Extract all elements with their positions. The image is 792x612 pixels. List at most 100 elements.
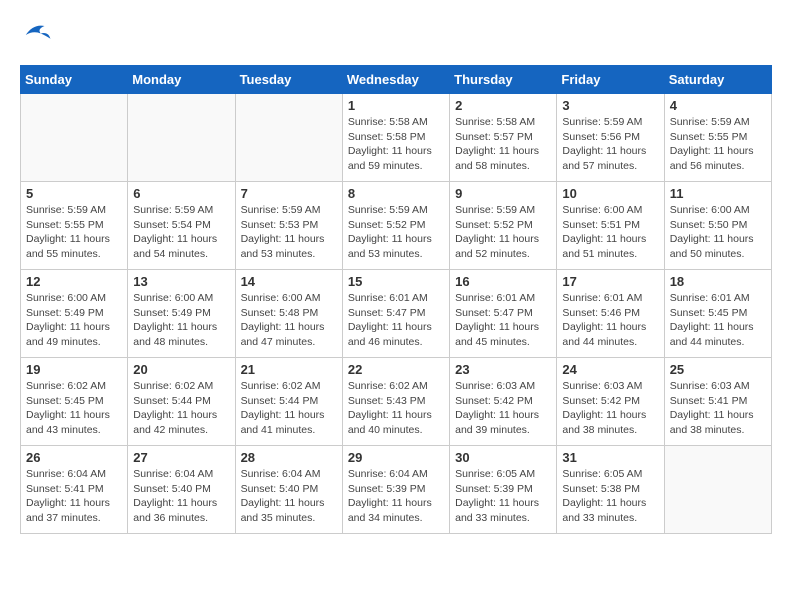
calendar-cell: 17 Sunrise: 6:01 AMSunset: 5:46 PMDayligh…	[557, 270, 664, 358]
logo	[20, 20, 52, 55]
day-number: 14	[241, 274, 337, 289]
day-info: Sunrise: 5:59 AMSunset: 5:54 PMDaylight:…	[133, 203, 229, 262]
day-number: 11	[670, 186, 766, 201]
calendar-cell: 7 Sunrise: 5:59 AMSunset: 5:53 PMDaylight…	[235, 182, 342, 270]
day-info: Sunrise: 6:00 AMSunset: 5:49 PMDaylight:…	[26, 291, 122, 350]
page-wrapper: SundayMondayTuesdayWednesdayThursdayFrid…	[20, 20, 772, 534]
calendar-cell: 13Sunrise: 6:00 AMSunset: 5:49 PMDayligh…	[128, 270, 235, 358]
day-number: 18	[670, 274, 766, 289]
calendar-cell: 10Sunrise: 6:00 AMSunset: 5:51 PMDayligh…	[557, 182, 664, 270]
calendar-cell: 21 Sunrise: 6:02 AMSunset: 5:44 PMDayligh…	[235, 358, 342, 446]
calendar-cell: 4 Sunrise: 5:59 AMSunset: 5:55 PMDaylight…	[664, 94, 771, 182]
day-info: Sunrise: 6:03 AMSunset: 5:42 PMDaylight:…	[455, 379, 551, 438]
day-info: Sunrise: 6:04 AMSunset: 5:39 PMDaylight:…	[348, 467, 444, 526]
day-number: 28	[241, 450, 337, 465]
day-number: 7	[241, 186, 337, 201]
calendar-cell	[664, 446, 771, 534]
day-info: Sunrise: 5:59 AMSunset: 5:52 PMDaylight:…	[455, 203, 551, 262]
day-number: 2	[455, 98, 551, 113]
calendar-table: SundayMondayTuesdayWednesdayThursdayFrid…	[20, 65, 772, 534]
weekday-friday: Friday	[557, 66, 664, 94]
day-number: 5	[26, 186, 122, 201]
week-row-3: 12 Sunrise: 6:00 AMSunset: 5:49 PMDayligh…	[21, 270, 772, 358]
day-number: 8	[348, 186, 444, 201]
day-number: 12	[26, 274, 122, 289]
day-info: Sunrise: 5:59 AMSunset: 5:56 PMDaylight:…	[562, 115, 658, 174]
day-info: Sunrise: 5:58 AMSunset: 5:58 PMDaylight:…	[348, 115, 444, 174]
day-info: Sunrise: 6:04 AMSunset: 5:40 PMDaylight:…	[241, 467, 337, 526]
calendar-cell: 9Sunrise: 5:59 AMSunset: 5:52 PMDaylight…	[450, 182, 557, 270]
calendar-cell: 12 Sunrise: 6:00 AMSunset: 5:49 PMDayligh…	[21, 270, 128, 358]
day-number: 30	[455, 450, 551, 465]
day-number: 22	[348, 362, 444, 377]
weekday-wednesday: Wednesday	[342, 66, 449, 94]
day-number: 16	[455, 274, 551, 289]
calendar-cell: 31 Sunrise: 6:05 AMSunset: 5:38 PMDayligh…	[557, 446, 664, 534]
day-number: 24	[562, 362, 658, 377]
day-number: 15	[348, 274, 444, 289]
calendar-cell: 28 Sunrise: 6:04 AMSunset: 5:40 PMDayligh…	[235, 446, 342, 534]
day-info: Sunrise: 5:58 AMSunset: 5:57 PMDaylight:…	[455, 115, 551, 174]
day-number: 10	[562, 186, 658, 201]
calendar-cell: 1 Sunrise: 5:58 AMSunset: 5:58 PMDaylight…	[342, 94, 449, 182]
day-info: Sunrise: 6:00 AMSunset: 5:50 PMDaylight:…	[670, 203, 766, 262]
day-number: 25	[670, 362, 766, 377]
day-number: 17	[562, 274, 658, 289]
day-info: Sunrise: 5:59 AMSunset: 5:52 PMDaylight:…	[348, 203, 444, 262]
day-info: Sunrise: 6:02 AMSunset: 5:44 PMDaylight:…	[241, 379, 337, 438]
day-info: Sunrise: 6:01 AMSunset: 5:46 PMDaylight:…	[562, 291, 658, 350]
day-info: Sunrise: 6:05 AMSunset: 5:38 PMDaylight:…	[562, 467, 658, 526]
calendar-cell: 19Sunrise: 6:02 AMSunset: 5:45 PMDayligh…	[21, 358, 128, 446]
day-info: Sunrise: 6:01 AMSunset: 5:47 PMDaylight:…	[348, 291, 444, 350]
day-info: Sunrise: 5:59 AMSunset: 5:55 PMDaylight:…	[26, 203, 122, 262]
day-number: 1	[348, 98, 444, 113]
week-row-2: 5 Sunrise: 5:59 AMSunset: 5:55 PMDaylight…	[21, 182, 772, 270]
calendar-cell: 24 Sunrise: 6:03 AMSunset: 5:42 PMDayligh…	[557, 358, 664, 446]
day-info: Sunrise: 5:59 AMSunset: 5:53 PMDaylight:…	[241, 203, 337, 262]
day-info: Sunrise: 6:02 AMSunset: 5:44 PMDaylight:…	[133, 379, 229, 438]
day-number: 19	[26, 362, 122, 377]
calendar-cell: 29 Sunrise: 6:04 AMSunset: 5:39 PMDayligh…	[342, 446, 449, 534]
calendar-cell: 16Sunrise: 6:01 AMSunset: 5:47 PMDayligh…	[450, 270, 557, 358]
calendar-cell	[128, 94, 235, 182]
calendar-cell: 15 Sunrise: 6:01 AMSunset: 5:47 PMDayligh…	[342, 270, 449, 358]
weekday-saturday: Saturday	[664, 66, 771, 94]
header	[20, 20, 772, 55]
calendar-cell: 18Sunrise: 6:01 AMSunset: 5:45 PMDayligh…	[664, 270, 771, 358]
calendar-cell	[21, 94, 128, 182]
calendar-cell: 23 Sunrise: 6:03 AMSunset: 5:42 PMDayligh…	[450, 358, 557, 446]
day-number: 27	[133, 450, 229, 465]
day-info: Sunrise: 5:59 AMSunset: 5:55 PMDaylight:…	[670, 115, 766, 174]
weekday-sunday: Sunday	[21, 66, 128, 94]
weekday-monday: Monday	[128, 66, 235, 94]
calendar-cell: 20 Sunrise: 6:02 AMSunset: 5:44 PMDayligh…	[128, 358, 235, 446]
day-info: Sunrise: 6:00 AMSunset: 5:49 PMDaylight:…	[133, 291, 229, 350]
day-info: Sunrise: 6:00 AMSunset: 5:48 PMDaylight:…	[241, 291, 337, 350]
day-info: Sunrise: 6:02 AMSunset: 5:43 PMDaylight:…	[348, 379, 444, 438]
day-info: Sunrise: 6:03 AMSunset: 5:42 PMDaylight:…	[562, 379, 658, 438]
day-number: 4	[670, 98, 766, 113]
day-number: 23	[455, 362, 551, 377]
week-row-1: 1 Sunrise: 5:58 AMSunset: 5:58 PMDaylight…	[21, 94, 772, 182]
day-number: 21	[241, 362, 337, 377]
calendar-cell: 3Sunrise: 5:59 AMSunset: 5:56 PMDaylight…	[557, 94, 664, 182]
day-number: 31	[562, 450, 658, 465]
day-number: 6	[133, 186, 229, 201]
calendar-cell: 11 Sunrise: 6:00 AMSunset: 5:50 PMDayligh…	[664, 182, 771, 270]
calendar-cell: 22 Sunrise: 6:02 AMSunset: 5:43 PMDayligh…	[342, 358, 449, 446]
day-info: Sunrise: 6:04 AMSunset: 5:40 PMDaylight:…	[133, 467, 229, 526]
calendar-cell: 25 Sunrise: 6:03 AMSunset: 5:41 PMDayligh…	[664, 358, 771, 446]
week-row-4: 19Sunrise: 6:02 AMSunset: 5:45 PMDayligh…	[21, 358, 772, 446]
calendar-cell: 5 Sunrise: 5:59 AMSunset: 5:55 PMDaylight…	[21, 182, 128, 270]
calendar-cell: 30Sunrise: 6:05 AMSunset: 5:39 PMDayligh…	[450, 446, 557, 534]
week-row-5: 26Sunrise: 6:04 AMSunset: 5:41 PMDayligh…	[21, 446, 772, 534]
day-number: 20	[133, 362, 229, 377]
day-number: 29	[348, 450, 444, 465]
calendar-cell: 14 Sunrise: 6:00 AMSunset: 5:48 PMDayligh…	[235, 270, 342, 358]
calendar-cell: 2 Sunrise: 5:58 AMSunset: 5:57 PMDaylight…	[450, 94, 557, 182]
day-info: Sunrise: 6:03 AMSunset: 5:41 PMDaylight:…	[670, 379, 766, 438]
weekday-tuesday: Tuesday	[235, 66, 342, 94]
day-info: Sunrise: 6:04 AMSunset: 5:41 PMDaylight:…	[26, 467, 122, 526]
calendar-cell: 6 Sunrise: 5:59 AMSunset: 5:54 PMDaylight…	[128, 182, 235, 270]
calendar-cell: 27 Sunrise: 6:04 AMSunset: 5:40 PMDayligh…	[128, 446, 235, 534]
